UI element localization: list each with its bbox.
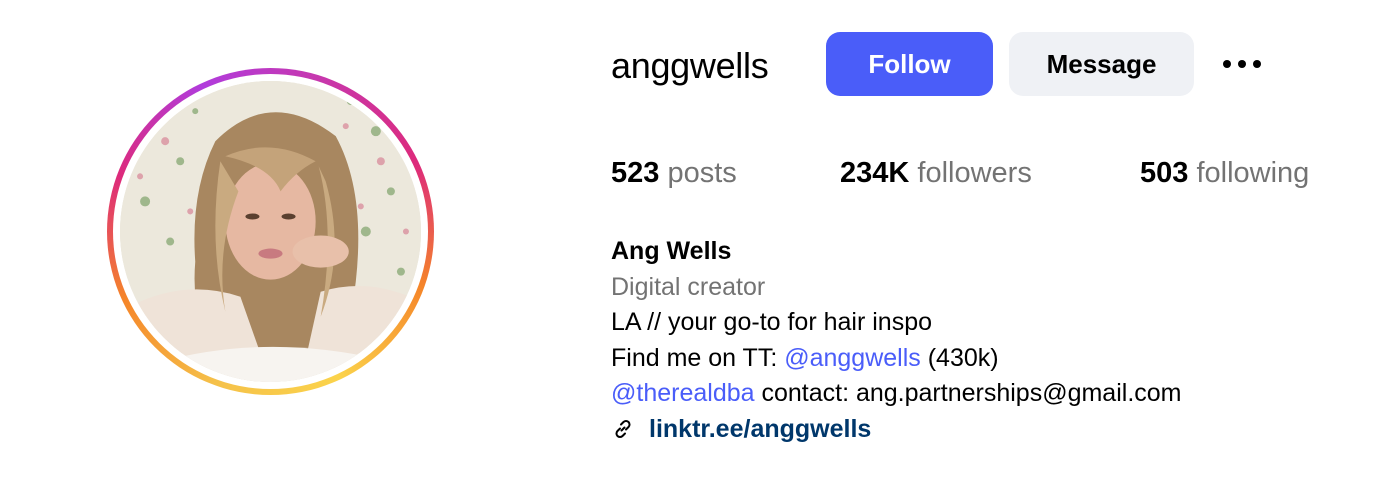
avatar-story-ring[interactable] [107, 68, 434, 395]
posts-count: 523 posts [611, 155, 737, 191]
bio-line-tiktok: Find me on TT: @anggwells (430k) [611, 341, 1182, 377]
follow-button[interactable]: Follow [826, 32, 993, 96]
posts-number: 523 [611, 157, 660, 189]
link-icon [615, 420, 631, 439]
mention-therealdba[interactable]: @therealdba [611, 379, 755, 407]
followers-label: followers [917, 157, 1032, 189]
following-link[interactable]: 503 following [1140, 155, 1309, 191]
profile-page: anggwells Follow Message 523 posts 234K … [0, 0, 1377, 499]
dot [1223, 60, 1231, 68]
avatar[interactable] [120, 81, 421, 382]
bio-text: contact: ang.partnerships@gmail.com [754, 379, 1182, 407]
avatar-photo-illustration [120, 81, 421, 382]
dot [1238, 60, 1246, 68]
following-number: 503 [1140, 157, 1189, 189]
bio-link[interactable]: linktr.ee/anggwells [611, 412, 1182, 448]
followers-number: 234K [840, 157, 910, 189]
bio-text: (430k) [920, 343, 999, 372]
avatar-border [113, 74, 428, 389]
bio-line: LA // your go-to for hair inspo [611, 308, 933, 336]
mention-anggwells[interactable]: @anggwells [784, 344, 921, 372]
following-label: following [1196, 157, 1310, 189]
message-button[interactable]: Message [1009, 32, 1194, 96]
external-link-text[interactable]: linktr.ee/anggwells [649, 412, 871, 448]
profile-full-name: Ang Wells [611, 237, 732, 265]
dot [1253, 60, 1261, 68]
followers-link[interactable]: 234K followers [840, 155, 1032, 191]
more-options-icon[interactable] [1218, 48, 1266, 80]
profile-username: anggwells [611, 45, 769, 86]
bio-line-contact: @therealdba contact: ang.partnerships@gm… [611, 376, 1182, 412]
posts-label: posts [667, 157, 737, 189]
profile-category: Digital creator [611, 272, 766, 301]
profile-bio: Ang Wells Digital creator LA // your go-… [611, 234, 1182, 447]
bio-text: Find me on TT: [611, 343, 785, 372]
